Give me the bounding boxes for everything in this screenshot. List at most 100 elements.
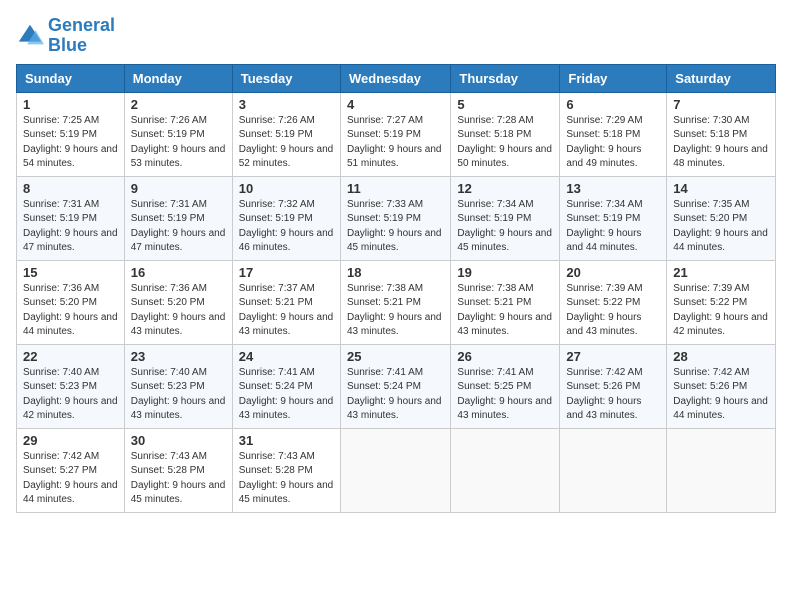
day-info: Sunrise: 7:27 AM Sunset: 5:19 PM Dayligh… (347, 114, 444, 172)
logo-icon (16, 22, 44, 50)
calendar-week-4: 22 Sunrise: 7:40 AM Sunset: 5:23 PM Dayl… (17, 344, 776, 428)
day-number: 8 (23, 181, 118, 196)
calendar-cell: 3 Sunrise: 7:26 AM Sunset: 5:19 PM Dayli… (232, 92, 340, 176)
calendar-week-5: 29 Sunrise: 7:42 AM Sunset: 5:27 PM Dayl… (17, 428, 776, 512)
day-info: Sunrise: 7:34 AM Sunset: 5:19 PM Dayligh… (457, 198, 553, 256)
calendar-cell: 31 Sunrise: 7:43 AM Sunset: 5:28 PM Dayl… (232, 428, 340, 512)
calendar-cell: 8 Sunrise: 7:31 AM Sunset: 5:19 PM Dayli… (17, 176, 125, 260)
day-number: 18 (347, 265, 444, 280)
day-info: Sunrise: 7:32 AM Sunset: 5:19 PM Dayligh… (239, 198, 334, 256)
day-number: 6 (566, 97, 660, 112)
calendar-header-row: SundayMondayTuesdayWednesdayThursdayFrid… (17, 64, 776, 92)
day-info: Sunrise: 7:42 AM Sunset: 5:26 PM Dayligh… (566, 366, 660, 424)
calendar-table: SundayMondayTuesdayWednesdayThursdayFrid… (16, 64, 776, 513)
calendar-cell: 6 Sunrise: 7:29 AM Sunset: 5:18 PM Dayli… (560, 92, 667, 176)
calendar-cell: 20 Sunrise: 7:39 AM Sunset: 5:22 PM Dayl… (560, 260, 667, 344)
day-number: 10 (239, 181, 334, 196)
logo: General Blue (16, 16, 115, 56)
calendar-cell: 12 Sunrise: 7:34 AM Sunset: 5:19 PM Dayl… (451, 176, 560, 260)
day-number: 22 (23, 349, 118, 364)
calendar-cell: 14 Sunrise: 7:35 AM Sunset: 5:20 PM Dayl… (667, 176, 776, 260)
day-number: 17 (239, 265, 334, 280)
day-info: Sunrise: 7:36 AM Sunset: 5:20 PM Dayligh… (23, 282, 118, 340)
calendar-cell: 4 Sunrise: 7:27 AM Sunset: 5:19 PM Dayli… (340, 92, 450, 176)
day-number: 30 (131, 433, 226, 448)
day-info: Sunrise: 7:38 AM Sunset: 5:21 PM Dayligh… (457, 282, 553, 340)
day-number: 27 (566, 349, 660, 364)
day-info: Sunrise: 7:26 AM Sunset: 5:19 PM Dayligh… (239, 114, 334, 172)
day-number: 2 (131, 97, 226, 112)
calendar-week-2: 8 Sunrise: 7:31 AM Sunset: 5:19 PM Dayli… (17, 176, 776, 260)
day-header-wednesday: Wednesday (340, 64, 450, 92)
day-header-sunday: Sunday (17, 64, 125, 92)
day-info: Sunrise: 7:36 AM Sunset: 5:20 PM Dayligh… (131, 282, 226, 340)
calendar-cell: 9 Sunrise: 7:31 AM Sunset: 5:19 PM Dayli… (124, 176, 232, 260)
day-header-saturday: Saturday (667, 64, 776, 92)
day-header-tuesday: Tuesday (232, 64, 340, 92)
day-info: Sunrise: 7:34 AM Sunset: 5:19 PM Dayligh… (566, 198, 660, 256)
day-number: 23 (131, 349, 226, 364)
day-info: Sunrise: 7:38 AM Sunset: 5:21 PM Dayligh… (347, 282, 444, 340)
day-info: Sunrise: 7:28 AM Sunset: 5:18 PM Dayligh… (457, 114, 553, 172)
day-info: Sunrise: 7:35 AM Sunset: 5:20 PM Dayligh… (673, 198, 769, 256)
calendar-cell: 1 Sunrise: 7:25 AM Sunset: 5:19 PM Dayli… (17, 92, 125, 176)
calendar-cell: 29 Sunrise: 7:42 AM Sunset: 5:27 PM Dayl… (17, 428, 125, 512)
day-info: Sunrise: 7:31 AM Sunset: 5:19 PM Dayligh… (23, 198, 118, 256)
calendar-cell: 26 Sunrise: 7:41 AM Sunset: 5:25 PM Dayl… (451, 344, 560, 428)
day-number: 12 (457, 181, 553, 196)
calendar-cell: 24 Sunrise: 7:41 AM Sunset: 5:24 PM Dayl… (232, 344, 340, 428)
day-number: 11 (347, 181, 444, 196)
calendar-cell: 19 Sunrise: 7:38 AM Sunset: 5:21 PM Dayl… (451, 260, 560, 344)
day-number: 21 (673, 265, 769, 280)
day-info: Sunrise: 7:33 AM Sunset: 5:19 PM Dayligh… (347, 198, 444, 256)
day-info: Sunrise: 7:40 AM Sunset: 5:23 PM Dayligh… (131, 366, 226, 424)
calendar-cell: 7 Sunrise: 7:30 AM Sunset: 5:18 PM Dayli… (667, 92, 776, 176)
day-info: Sunrise: 7:41 AM Sunset: 5:24 PM Dayligh… (239, 366, 334, 424)
calendar-cell (451, 428, 560, 512)
day-header-friday: Friday (560, 64, 667, 92)
day-number: 1 (23, 97, 118, 112)
day-number: 13 (566, 181, 660, 196)
day-number: 3 (239, 97, 334, 112)
day-number: 5 (457, 97, 553, 112)
calendar-cell: 30 Sunrise: 7:43 AM Sunset: 5:28 PM Dayl… (124, 428, 232, 512)
day-info: Sunrise: 7:30 AM Sunset: 5:18 PM Dayligh… (673, 114, 769, 172)
day-number: 24 (239, 349, 334, 364)
day-number: 15 (23, 265, 118, 280)
day-number: 7 (673, 97, 769, 112)
calendar-cell: 5 Sunrise: 7:28 AM Sunset: 5:18 PM Dayli… (451, 92, 560, 176)
calendar-cell (667, 428, 776, 512)
day-number: 16 (131, 265, 226, 280)
day-info: Sunrise: 7:41 AM Sunset: 5:24 PM Dayligh… (347, 366, 444, 424)
calendar-cell: 25 Sunrise: 7:41 AM Sunset: 5:24 PM Dayl… (340, 344, 450, 428)
calendar-cell (560, 428, 667, 512)
day-info: Sunrise: 7:42 AM Sunset: 5:27 PM Dayligh… (23, 450, 118, 508)
day-info: Sunrise: 7:43 AM Sunset: 5:28 PM Dayligh… (131, 450, 226, 508)
calendar-week-3: 15 Sunrise: 7:36 AM Sunset: 5:20 PM Dayl… (17, 260, 776, 344)
day-number: 25 (347, 349, 444, 364)
day-info: Sunrise: 7:31 AM Sunset: 5:19 PM Dayligh… (131, 198, 226, 256)
calendar-cell: 15 Sunrise: 7:36 AM Sunset: 5:20 PM Dayl… (17, 260, 125, 344)
day-info: Sunrise: 7:39 AM Sunset: 5:22 PM Dayligh… (566, 282, 660, 340)
calendar-cell: 13 Sunrise: 7:34 AM Sunset: 5:19 PM Dayl… (560, 176, 667, 260)
day-number: 19 (457, 265, 553, 280)
day-number: 28 (673, 349, 769, 364)
day-header-thursday: Thursday (451, 64, 560, 92)
calendar-cell (340, 428, 450, 512)
day-info: Sunrise: 7:42 AM Sunset: 5:26 PM Dayligh… (673, 366, 769, 424)
calendar-cell: 2 Sunrise: 7:26 AM Sunset: 5:19 PM Dayli… (124, 92, 232, 176)
day-info: Sunrise: 7:39 AM Sunset: 5:22 PM Dayligh… (673, 282, 769, 340)
calendar-cell: 28 Sunrise: 7:42 AM Sunset: 5:26 PM Dayl… (667, 344, 776, 428)
day-info: Sunrise: 7:40 AM Sunset: 5:23 PM Dayligh… (23, 366, 118, 424)
calendar-cell: 21 Sunrise: 7:39 AM Sunset: 5:22 PM Dayl… (667, 260, 776, 344)
calendar-cell: 22 Sunrise: 7:40 AM Sunset: 5:23 PM Dayl… (17, 344, 125, 428)
calendar-cell: 17 Sunrise: 7:37 AM Sunset: 5:21 PM Dayl… (232, 260, 340, 344)
day-number: 14 (673, 181, 769, 196)
calendar-cell: 11 Sunrise: 7:33 AM Sunset: 5:19 PM Dayl… (340, 176, 450, 260)
day-number: 26 (457, 349, 553, 364)
day-number: 4 (347, 97, 444, 112)
calendar-cell: 10 Sunrise: 7:32 AM Sunset: 5:19 PM Dayl… (232, 176, 340, 260)
day-number: 9 (131, 181, 226, 196)
day-info: Sunrise: 7:43 AM Sunset: 5:28 PM Dayligh… (239, 450, 334, 508)
day-info: Sunrise: 7:25 AM Sunset: 5:19 PM Dayligh… (23, 114, 118, 172)
